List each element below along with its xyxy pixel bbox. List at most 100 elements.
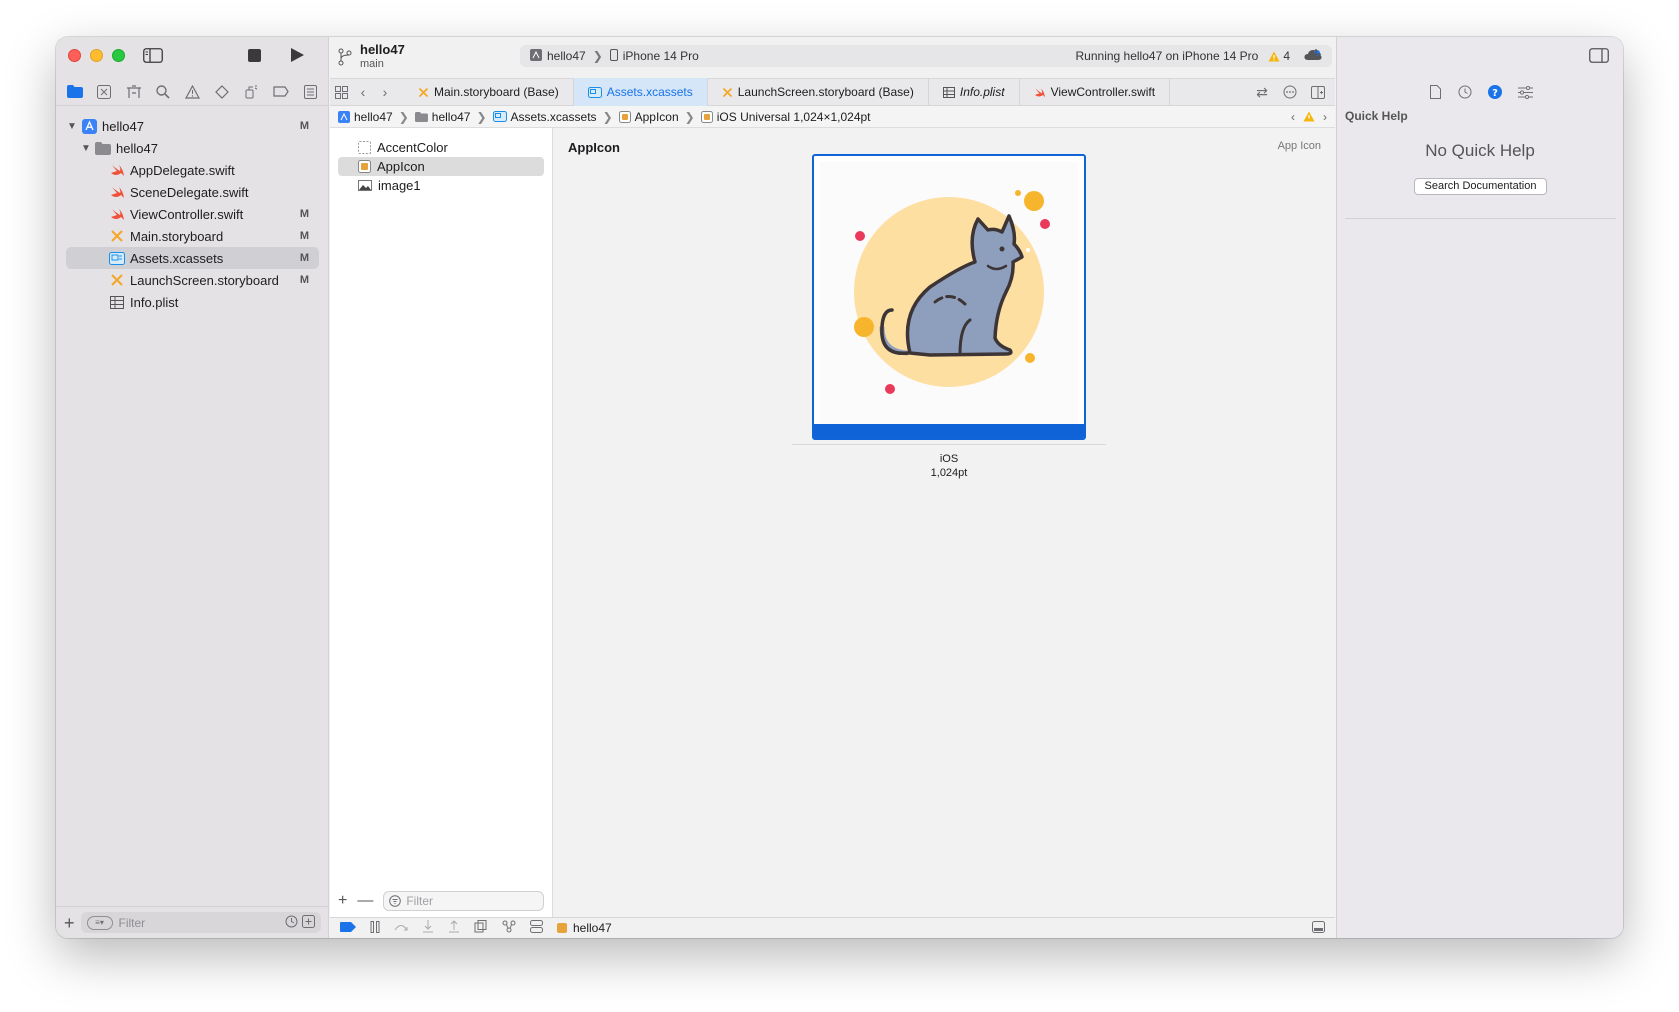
- tab-assets-xcassets[interactable]: Assets.xcassets: [573, 78, 708, 106]
- breadcrumb-project[interactable]: hello47: [338, 110, 393, 124]
- tree-item-label: Assets.xcassets: [130, 250, 224, 266]
- split-editor-icon[interactable]: [1307, 81, 1329, 103]
- svg-text:?: ?: [1492, 88, 1498, 99]
- storyboard-file-icon: [418, 87, 429, 97]
- attributes-sliders-icon[interactable]: [1517, 84, 1533, 100]
- branch-name: main: [360, 58, 384, 70]
- add-asset-plus-icon[interactable]: +: [338, 892, 347, 910]
- breadcrumb-slot[interactable]: iOS Universal 1,024×1,024pt: [700, 110, 871, 124]
- back-chevron-icon[interactable]: ‹: [352, 81, 374, 103]
- run-button[interactable]: [288, 46, 306, 64]
- tab-launchscreen-storyboard[interactable]: LaunchScreen.storyboard (Base): [708, 78, 929, 106]
- minimize-window-button[interactable]: [90, 49, 103, 62]
- related-items-arrows-icon[interactable]: ⇄: [1251, 81, 1273, 103]
- previous-issue-chevron-icon[interactable]: ‹: [1291, 110, 1295, 124]
- tree-row-file[interactable]: LaunchScreen.storyboard M: [66, 269, 319, 291]
- xcode-window: ▼ hello47 M ▼ hello47 AppDelegate.swift …: [56, 37, 1623, 938]
- folder-icon: [414, 111, 428, 122]
- recent-files-clock-icon[interactable]: [285, 915, 298, 931]
- tab-viewcontroller-swift[interactable]: ViewController.swift: [1020, 78, 1171, 106]
- asset-row-appicon[interactable]: AppIcon: [338, 157, 544, 176]
- branch-icon: [338, 48, 354, 66]
- source-control-icon[interactable]: [95, 83, 113, 101]
- report-icon[interactable]: [301, 83, 319, 101]
- debug-target[interactable]: hello47: [557, 921, 612, 935]
- chevron-right-icon: ❯: [684, 109, 695, 124]
- tab-info-plist[interactable]: Info.plist: [929, 78, 1020, 106]
- asset-row-accentcolor[interactable]: AccentColor: [338, 138, 544, 157]
- app-icon-well[interactable]: [812, 154, 1086, 440]
- tab-label: Main.storyboard (Base): [434, 85, 559, 99]
- step-out-icon[interactable]: [448, 920, 460, 936]
- tree-row-group[interactable]: ▼ hello47: [66, 137, 319, 159]
- warning-triangle-icon[interactable]: [1303, 111, 1315, 122]
- remove-asset-minus-icon[interactable]: —: [357, 892, 373, 910]
- forward-chevron-icon[interactable]: ›: [374, 81, 396, 103]
- breakpoint-icon[interactable]: [272, 83, 290, 101]
- hide-debug-area-icon[interactable]: [1312, 920, 1325, 936]
- test-diamond-icon[interactable]: [213, 83, 231, 101]
- breadcrumb-appicon[interactable]: AppIcon: [618, 110, 679, 124]
- device-selector[interactable]: iPhone 14 Pro: [623, 49, 699, 63]
- jump-bar: hello47 ❯ hello47 ❯ Assets.xcassets ❯ Ap…: [330, 106, 1335, 128]
- tab-label: Assets.xcassets: [606, 85, 693, 99]
- file-inspector-icon[interactable]: [1427, 84, 1443, 100]
- quick-help-icon[interactable]: ?: [1487, 84, 1503, 100]
- tree-row-file[interactable]: AppDelegate.swift: [66, 159, 319, 181]
- close-window-button[interactable]: [68, 49, 81, 62]
- debug-view-hierarchy-icon[interactable]: [474, 920, 488, 936]
- tree-item-label: Main.storyboard: [130, 228, 224, 244]
- xcode-project-icon: [81, 118, 97, 134]
- add-file-button[interactable]: +: [64, 914, 75, 932]
- breadcrumb-group[interactable]: hello47: [414, 110, 470, 124]
- search-documentation-button[interactable]: Search Documentation: [1414, 178, 1547, 195]
- source-control-filter-icon[interactable]: [302, 914, 315, 931]
- search-icon[interactable]: [154, 83, 172, 101]
- disclosure-chevron-icon[interactable]: ▼: [80, 143, 92, 154]
- tree-row-file[interactable]: Info.plist: [66, 291, 319, 313]
- breadcrumb-asset-catalog[interactable]: Assets.xcassets: [492, 110, 597, 124]
- environment-overrides-icon[interactable]: [530, 920, 543, 936]
- pause-icon[interactable]: [370, 920, 380, 936]
- stop-button[interactable]: [246, 47, 262, 63]
- chevron-right-icon: ❯: [592, 49, 603, 63]
- debug-spray-icon[interactable]: [242, 83, 260, 101]
- tree-row-file[interactable]: ViewController.swift M: [66, 203, 319, 225]
- tree-row-file[interactable]: SceneDelegate.swift: [66, 181, 319, 203]
- step-over-icon[interactable]: [394, 921, 408, 936]
- asset-filter-field[interactable]: Filter: [383, 891, 544, 911]
- more-options-icon[interactable]: [1279, 81, 1301, 103]
- tab-main-storyboard[interactable]: Main.storyboard (Base): [404, 78, 574, 106]
- app-icon-set-icon: [358, 160, 371, 173]
- tree-row-file[interactable]: Main.storyboard M: [66, 225, 319, 247]
- grid-layout-icon[interactable]: [330, 81, 352, 103]
- warning-counter[interactable]: 4: [1268, 49, 1290, 63]
- no-quick-help-message: No Quick Help: [1425, 141, 1535, 160]
- add-library-plus-icon[interactable]: +: [1305, 45, 1327, 67]
- filter-options-icon[interactable]: ≡▾: [86, 915, 113, 930]
- memory-graph-icon[interactable]: [502, 920, 516, 936]
- navigator-filter-field[interactable]: ≡▾ Filter: [80, 912, 321, 933]
- next-issue-chevron-icon[interactable]: ›: [1323, 110, 1327, 124]
- swift-file-icon: [109, 162, 125, 178]
- asset-row-image1[interactable]: image1: [338, 176, 544, 195]
- issue-warning-icon[interactable]: [183, 83, 201, 101]
- step-into-icon[interactable]: [422, 920, 434, 936]
- tree-item-label: hello47: [116, 140, 158, 156]
- project-title[interactable]: hello47: [360, 42, 405, 57]
- quick-help-title: Quick Help: [1345, 109, 1408, 123]
- history-clock-icon[interactable]: [1457, 84, 1473, 100]
- breakpoints-toggle-icon[interactable]: [340, 921, 356, 935]
- zoom-window-button[interactable]: [112, 49, 125, 62]
- icon-size: 1,024pt: [930, 467, 968, 479]
- asset-list: AccentColor AppIcon image1: [330, 128, 553, 918]
- disclosure-chevron-icon[interactable]: ▼: [66, 121, 78, 132]
- folder-icon[interactable]: [66, 83, 84, 101]
- tree-row-file-selected[interactable]: Assets.xcassets M: [66, 247, 319, 269]
- sidebar-toggle-icon[interactable]: [142, 47, 164, 63]
- symbol-navigator-icon[interactable]: [125, 83, 143, 101]
- tree-row-project[interactable]: ▼ hello47 M: [66, 115, 319, 137]
- inspector-toggle-icon[interactable]: [1589, 48, 1609, 64]
- scheme-selector[interactable]: hello47: [547, 49, 586, 63]
- tree-item-label: LaunchScreen.storyboard: [130, 272, 279, 288]
